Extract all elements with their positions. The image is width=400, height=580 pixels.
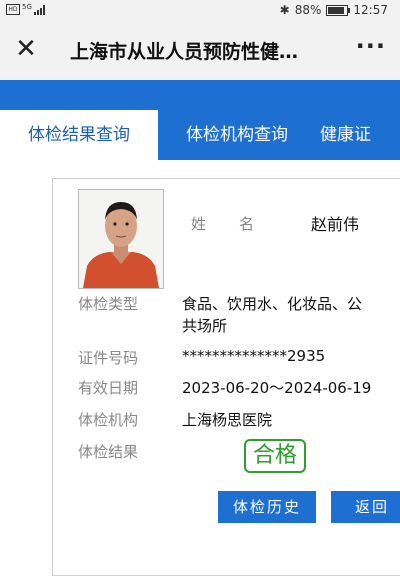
clock: 12:57 [353, 3, 388, 17]
status-bar: HD 5G ✱ 88% 12:57 [0, 0, 400, 22]
photo-image [79, 190, 163, 288]
field-value-line2: 共场所 [182, 317, 228, 335]
name-label-char1: 姓 [191, 215, 207, 233]
field-label: 体检类型 [78, 295, 139, 313]
status-right: ✱ 88% 12:57 [280, 3, 388, 17]
page-title: 上海市从业人员预防性健… [70, 41, 299, 63]
name-label-char2: 名 [239, 215, 255, 233]
title-bar: ✕ 上海市从业人员预防性健… ··· [0, 22, 400, 80]
name-value: 赵前伟 [311, 215, 360, 234]
battery-level [328, 6, 345, 14]
result-card: 姓名 赵前伟 体检类型 食品、饮用水、化妆品、公 共场所 证件号码 ******… [52, 178, 400, 576]
field-value: 上海杨思医院 [182, 411, 273, 429]
field-value-line1: 食品、饮用水、化妆品、公 [182, 295, 363, 313]
battery-percent: 88% [294, 3, 322, 17]
tab-institution-query[interactable]: 体检机构查询 [158, 110, 316, 160]
field-label: 体检机构 [78, 411, 139, 429]
close-icon[interactable]: ✕ [12, 36, 40, 64]
field-value: 2023-06-20～2024-06-19 [182, 379, 372, 397]
field-value: **************2935 [182, 347, 326, 365]
network-type: 5G [22, 2, 32, 11]
header-banner [0, 80, 400, 110]
result-pass-badge: 合格 [244, 439, 306, 473]
name-label: 姓名 [191, 213, 287, 234]
tab-health-cert[interactable]: 健康证 [316, 110, 400, 160]
status-left: HD 5G [6, 2, 45, 15]
person-photo [78, 189, 164, 289]
tab-result-query[interactable]: 体检结果查询 [0, 110, 158, 160]
more-icon[interactable]: ··· [356, 32, 386, 60]
field-label: 体检结果 [78, 443, 139, 461]
sim-icon: HD [6, 4, 20, 15]
battery-icon [326, 4, 351, 16]
tab-bar: 体检结果查询 体检机构查询 健康证 [0, 110, 400, 160]
field-label: 有效日期 [78, 379, 139, 397]
signal-icon [33, 4, 45, 15]
exam-history-button[interactable]: 体检历史 [218, 491, 316, 523]
back-button[interactable]: 返回 [331, 491, 400, 523]
bluetooth-icon: ✱ [279, 3, 290, 17]
field-label: 证件号码 [78, 349, 139, 367]
